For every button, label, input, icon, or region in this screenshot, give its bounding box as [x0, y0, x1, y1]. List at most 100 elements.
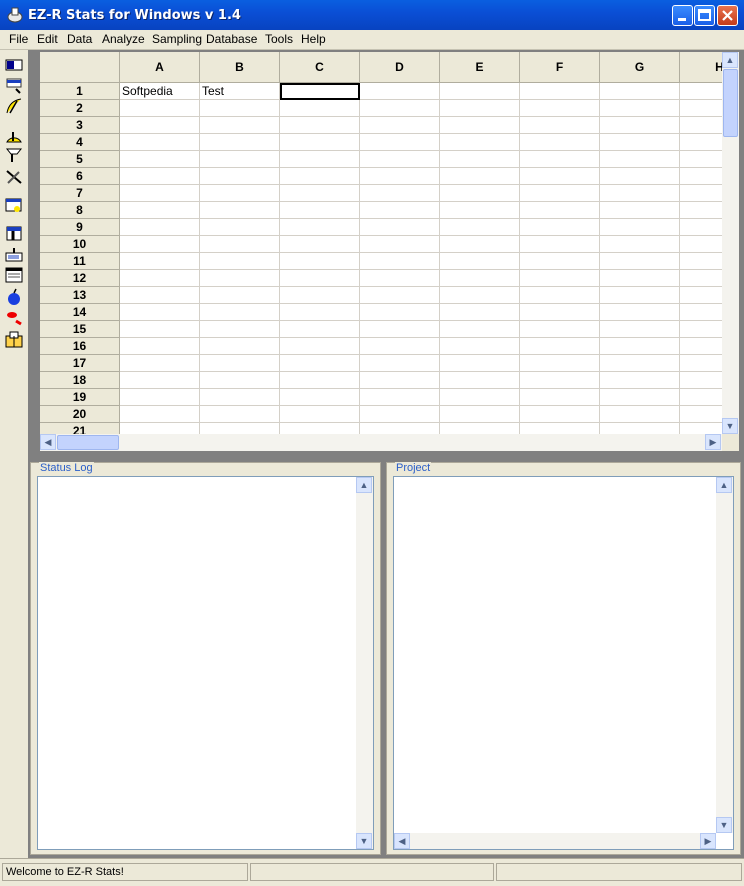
- cell-a21[interactable]: [120, 423, 200, 434]
- cell-b9[interactable]: [200, 219, 280, 236]
- cell-b19[interactable]: [200, 389, 280, 406]
- menu-data[interactable]: Data: [67, 32, 92, 46]
- menu-sampling[interactable]: Sampling: [152, 32, 202, 46]
- cell-c1[interactable]: [280, 83, 360, 100]
- cell-h17[interactable]: [680, 355, 722, 372]
- cell-b16[interactable]: [200, 338, 280, 355]
- row-header-15[interactable]: 15: [40, 321, 120, 338]
- cell-h3[interactable]: [680, 117, 722, 134]
- cell-e17[interactable]: [440, 355, 520, 372]
- cell-g6[interactable]: [600, 168, 680, 185]
- report-icon[interactable]: [5, 225, 23, 243]
- cell-e15[interactable]: [440, 321, 520, 338]
- cell-c7[interactable]: [280, 185, 360, 202]
- menu-tools[interactable]: Tools: [265, 32, 293, 46]
- cell-d19[interactable]: [360, 389, 440, 406]
- close-button[interactable]: [717, 5, 738, 26]
- chart-icon[interactable]: [5, 97, 23, 115]
- cell-c11[interactable]: [280, 253, 360, 270]
- row-header-8[interactable]: 8: [40, 202, 120, 219]
- cell-b21[interactable]: [200, 423, 280, 434]
- tools-icon[interactable]: [5, 168, 23, 186]
- column-header-f[interactable]: F: [520, 52, 600, 83]
- cell-g16[interactable]: [600, 338, 680, 355]
- grid-horizontal-scrollbar[interactable]: ◀ ▶: [40, 434, 722, 451]
- cell-b1[interactable]: Test: [200, 83, 280, 100]
- cell-e5[interactable]: [440, 151, 520, 168]
- cell-b8[interactable]: [200, 202, 280, 219]
- filter-icon[interactable]: [5, 146, 23, 164]
- cell-f19[interactable]: [520, 389, 600, 406]
- cell-h11[interactable]: [680, 253, 722, 270]
- cell-c21[interactable]: [280, 423, 360, 434]
- cell-e18[interactable]: [440, 372, 520, 389]
- menu-database[interactable]: Database: [206, 32, 257, 46]
- cell-g8[interactable]: [600, 202, 680, 219]
- cell-b6[interactable]: [200, 168, 280, 185]
- cell-g7[interactable]: [600, 185, 680, 202]
- cell-h10[interactable]: [680, 236, 722, 253]
- pie-icon[interactable]: [5, 126, 23, 144]
- cell-c9[interactable]: [280, 219, 360, 236]
- cell-b14[interactable]: [200, 304, 280, 321]
- cell-d10[interactable]: [360, 236, 440, 253]
- cell-e2[interactable]: [440, 100, 520, 117]
- cell-f21[interactable]: [520, 423, 600, 434]
- menu-analyze[interactable]: Analyze: [102, 32, 145, 46]
- project-vertical-scrollbar[interactable]: ▲ ▼: [716, 477, 733, 833]
- cell-g3[interactable]: [600, 117, 680, 134]
- cell-a10[interactable]: [120, 236, 200, 253]
- column-header-e[interactable]: E: [440, 52, 520, 83]
- project-horizontal-scrollbar[interactable]: ◀ ▶: [394, 833, 716, 849]
- cell-a18[interactable]: [120, 372, 200, 389]
- status-log-scroll-up[interactable]: ▲: [356, 477, 372, 493]
- cell-e20[interactable]: [440, 406, 520, 423]
- row-header-13[interactable]: 13: [40, 287, 120, 304]
- cell-a3[interactable]: [120, 117, 200, 134]
- row-header-10[interactable]: 10: [40, 236, 120, 253]
- cell-f1[interactable]: [520, 83, 600, 100]
- cell-b18[interactable]: [200, 372, 280, 389]
- cell-g4[interactable]: [600, 134, 680, 151]
- cell-a8[interactable]: [120, 202, 200, 219]
- cell-f3[interactable]: [520, 117, 600, 134]
- cell-d11[interactable]: [360, 253, 440, 270]
- cell-d13[interactable]: [360, 287, 440, 304]
- grid-corner[interactable]: [40, 52, 120, 83]
- cell-d7[interactable]: [360, 185, 440, 202]
- cell-g19[interactable]: [600, 389, 680, 406]
- cell-h15[interactable]: [680, 321, 722, 338]
- cell-d14[interactable]: [360, 304, 440, 321]
- cell-b15[interactable]: [200, 321, 280, 338]
- cell-e1[interactable]: [440, 83, 520, 100]
- cell-h20[interactable]: [680, 406, 722, 423]
- cell-d12[interactable]: [360, 270, 440, 287]
- cell-f6[interactable]: [520, 168, 600, 185]
- cell-d3[interactable]: [360, 117, 440, 134]
- cell-d9[interactable]: [360, 219, 440, 236]
- cell-e12[interactable]: [440, 270, 520, 287]
- cell-c14[interactable]: [280, 304, 360, 321]
- cell-f10[interactable]: [520, 236, 600, 253]
- project-tree[interactable]: ▲ ▼ ◀ ▶: [393, 476, 734, 850]
- cell-b3[interactable]: [200, 117, 280, 134]
- row-header-20[interactable]: 20: [40, 406, 120, 423]
- row-header-14[interactable]: 14: [40, 304, 120, 321]
- cell-c10[interactable]: [280, 236, 360, 253]
- cell-d21[interactable]: [360, 423, 440, 434]
- cell-e4[interactable]: [440, 134, 520, 151]
- cell-c8[interactable]: [280, 202, 360, 219]
- cell-e13[interactable]: [440, 287, 520, 304]
- cell-g1[interactable]: [600, 83, 680, 100]
- cell-b5[interactable]: [200, 151, 280, 168]
- grid-vertical-scrollbar[interactable]: ▲ ▼: [722, 52, 739, 434]
- scroll-left-button[interactable]: ◀: [40, 434, 56, 450]
- cell-b7[interactable]: [200, 185, 280, 202]
- cell-h2[interactable]: [680, 100, 722, 117]
- menu-help[interactable]: Help: [301, 32, 326, 46]
- cell-b4[interactable]: [200, 134, 280, 151]
- new-sheet-icon[interactable]: [5, 56, 23, 74]
- cell-h8[interactable]: [680, 202, 722, 219]
- cell-f2[interactable]: [520, 100, 600, 117]
- cell-f5[interactable]: [520, 151, 600, 168]
